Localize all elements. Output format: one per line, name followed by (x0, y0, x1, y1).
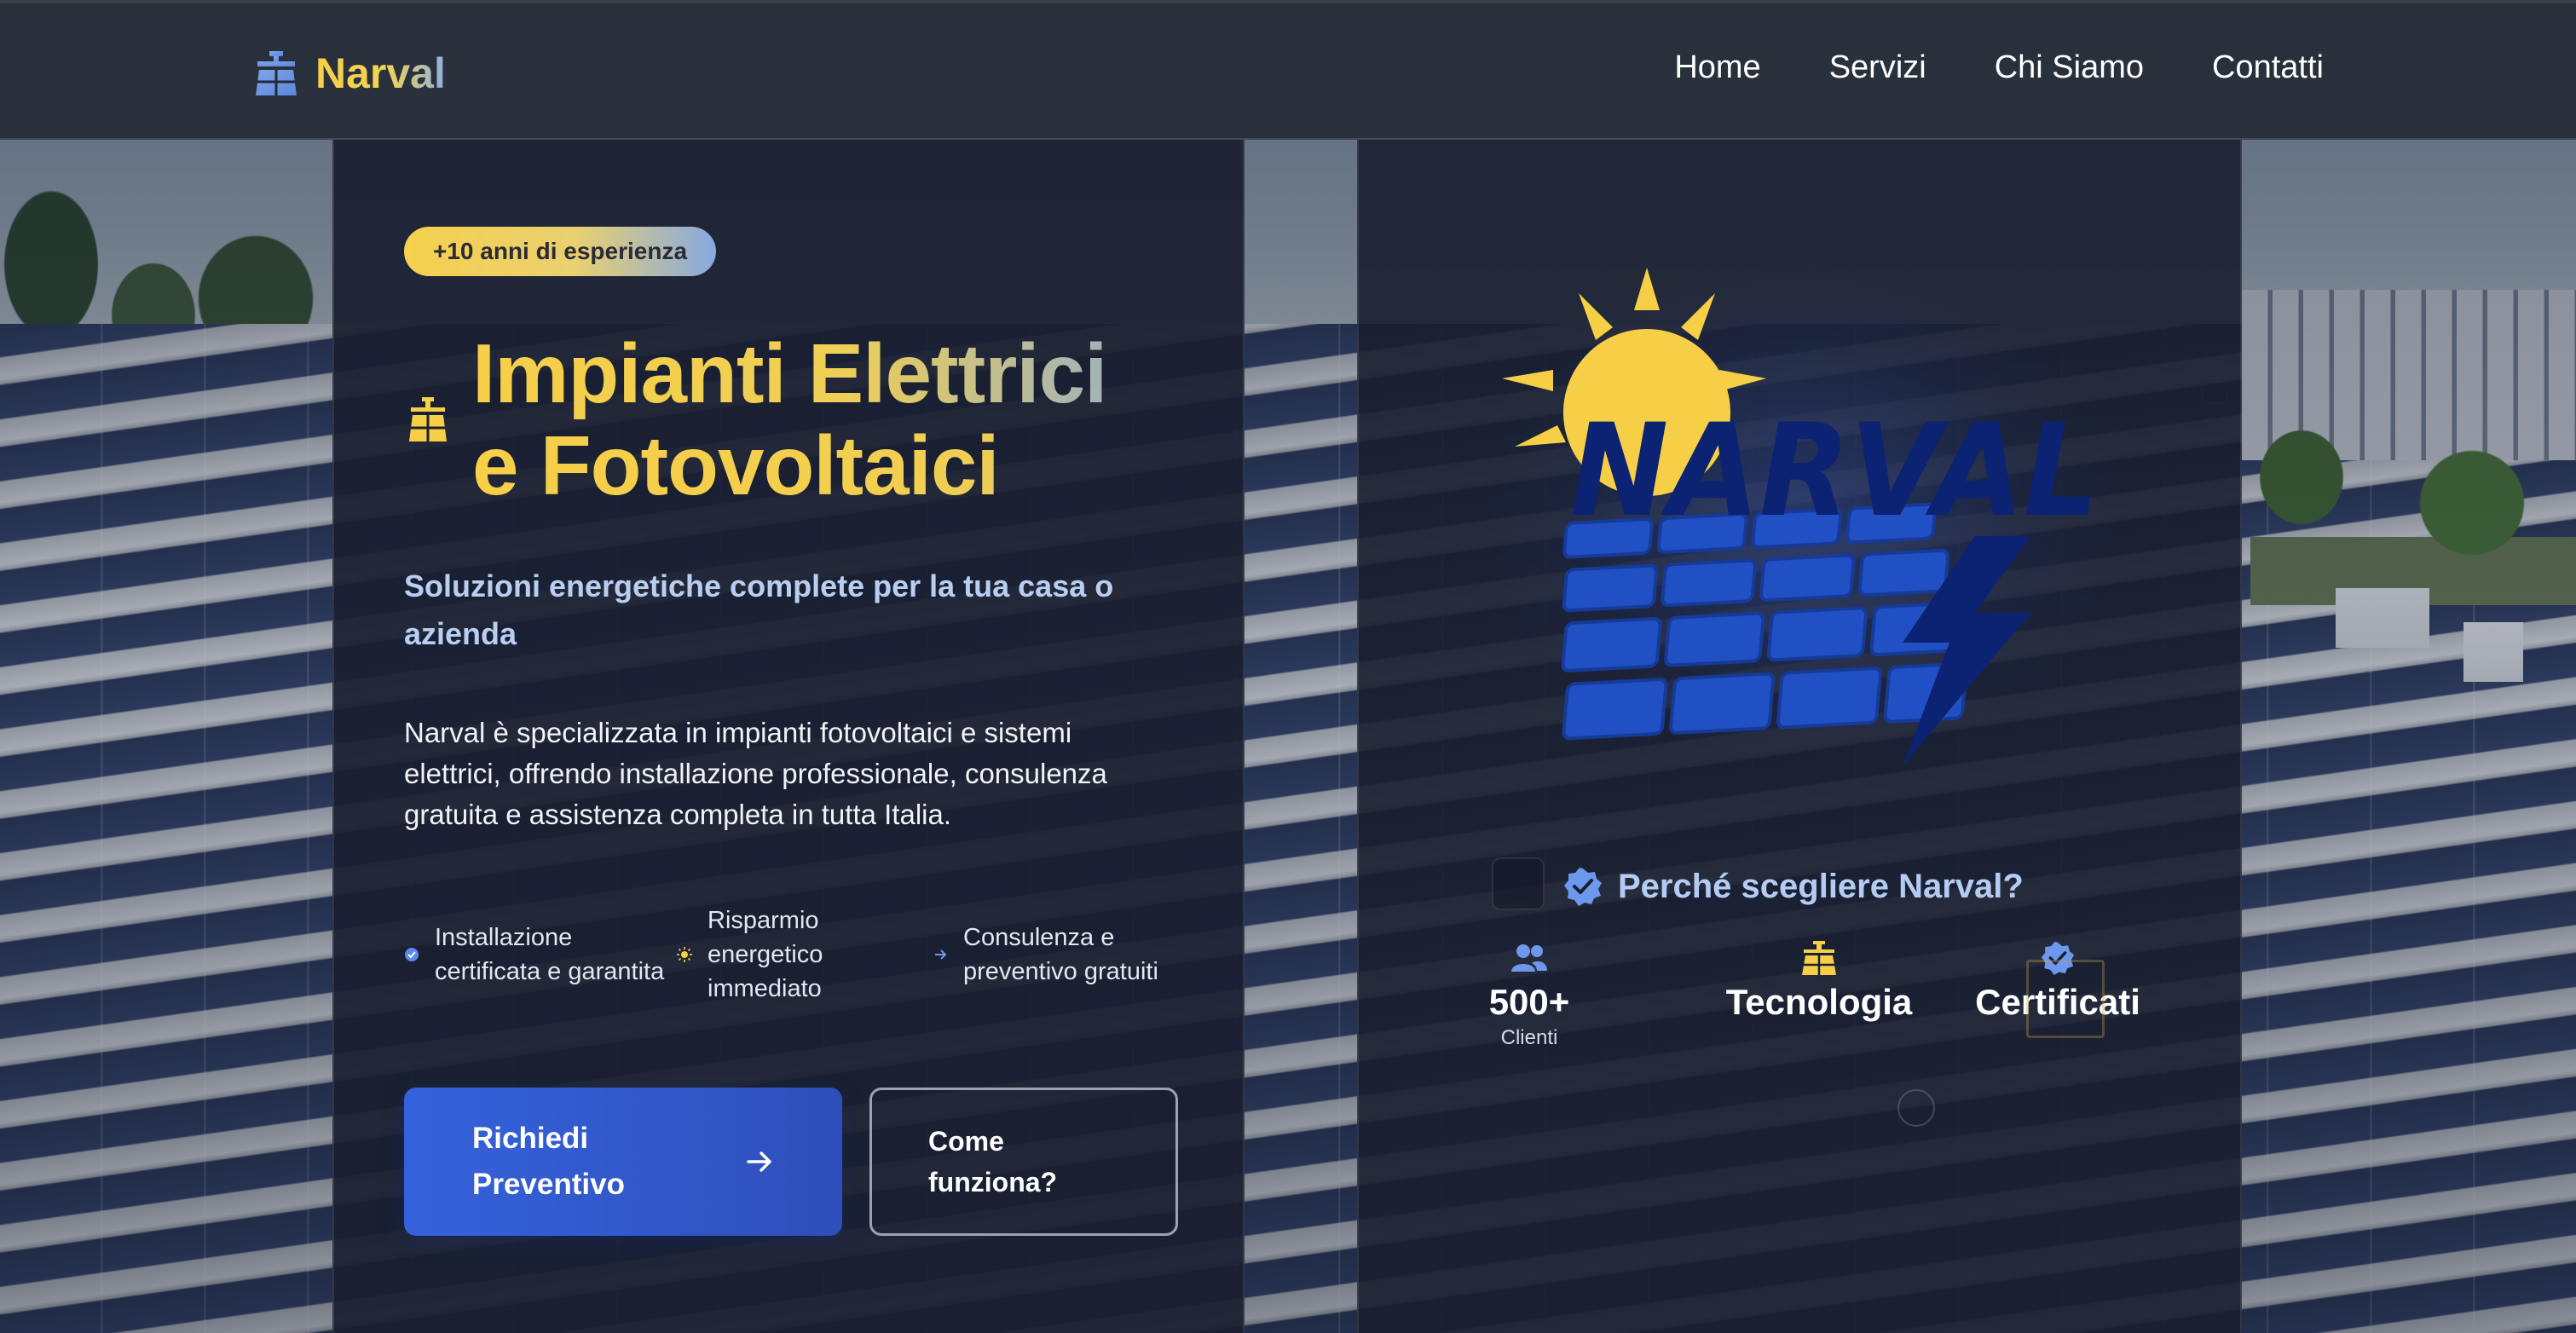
feature-text: Installazione certificata e garantita (435, 924, 665, 985)
brand-name: Narval (315, 49, 446, 97)
nav-link-contatti[interactable]: Contatti (2212, 49, 2324, 86)
feature-item: Consulenza e preventivo gratuiti (933, 920, 1188, 989)
hero-subtitle: Soluzioni energetiche complete per la tu… (404, 568, 1114, 651)
verified-badge-icon (405, 948, 419, 961)
arrow-right-icon (935, 949, 947, 960)
solar-panel-icon (1802, 941, 1836, 975)
stat-label: Clienti (1500, 1026, 1558, 1049)
feature-item: Risparmio energetico immediato (677, 903, 933, 1006)
brand-logo-link[interactable]: Narval (252, 46, 446, 101)
how-it-works-button[interactable]: Come funziona? (869, 1088, 1178, 1236)
hero-description: Narval è specializzata in impianti fotov… (404, 717, 1107, 830)
why-choose-heading: Perché scegliere Narval? (1563, 861, 2024, 912)
brand-showcase-card: NARVAL Perché scegliere Narval? 500+ Cli… (1357, 140, 2242, 1333)
stat-technology: Tecnologia (1708, 941, 1930, 1023)
decorative-square (2026, 960, 2105, 1038)
experience-badge: +10 anni di esperienza (404, 227, 717, 276)
users-icon (1511, 944, 1547, 972)
hero-title-line-1: Impianti Elettrici (472, 327, 1205, 419)
main-navigation: Home Servizi Chi Siamo Contatti (1674, 49, 2324, 86)
why-choose-title: Perché scegliere Narval? (1618, 867, 2024, 905)
stat-value: 500+ (1488, 982, 1570, 1022)
hero-title-line-2: e Fotovoltaici (472, 419, 1205, 511)
navbar: Narval Home Servizi Chi Siamo Contatti (0, 0, 2576, 140)
decorative-box (1492, 857, 1545, 910)
hero-title: Impianti Elettrici e Fotovoltaici (472, 327, 1205, 511)
feature-text: Risparmio energetico immediato (708, 907, 823, 1002)
stat-value: Tecnologia (1725, 982, 1913, 1022)
request-quote-label: Richiedi Preventivo (472, 1122, 625, 1201)
solar-panel-icon (256, 51, 297, 95)
feature-list: Installazione certificata e garantita Ri… (404, 903, 1188, 1006)
solar-panel-icon (409, 397, 447, 441)
arrow-right-icon (747, 1151, 771, 1172)
logo-wordmark: NARVAL (1570, 397, 2099, 545)
hero-text-card: +10 anni di esperienza Impianti Elettric… (332, 140, 1245, 1333)
verified-badge-icon (1564, 868, 1602, 906)
nav-link-servizi[interactable]: Servizi (1829, 49, 1926, 86)
request-quote-button[interactable]: Richiedi Preventivo (404, 1088, 842, 1236)
nav-link-home[interactable]: Home (1674, 49, 1760, 86)
stat-clients: 500+ Clienti (1453, 941, 1606, 1050)
sun-icon (677, 947, 692, 962)
decorative-ring (1897, 1089, 1935, 1127)
feature-text: Consulenza e preventivo gratuiti (963, 924, 1158, 985)
narval-logo: NARVAL (1502, 268, 2099, 766)
feature-item: Installazione certificata e garantita (404, 920, 677, 989)
nav-link-chi-siamo[interactable]: Chi Siamo (1995, 49, 2144, 86)
